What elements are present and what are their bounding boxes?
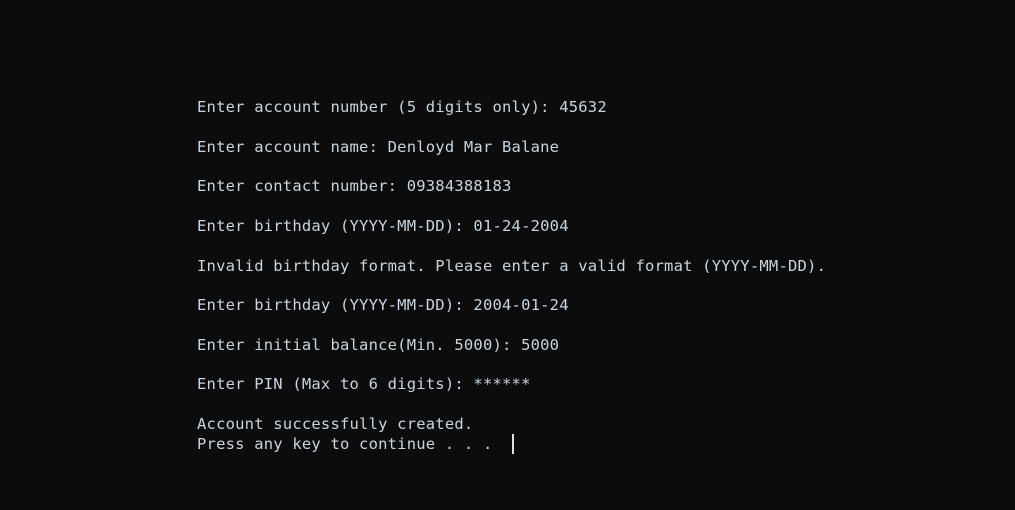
success-message: Account successfully created. <box>197 415 474 433</box>
birthday-error-message: Invalid birthday format. Please enter a … <box>197 257 827 275</box>
pin-prompt: Enter PIN (Max to 6 digits): ****** <box>197 375 531 393</box>
text-cursor <box>512 434 514 454</box>
continue-prompt: Press any key to continue . . . <box>197 435 503 453</box>
account-number-prompt: Enter account number (5 digits only): 45… <box>197 98 607 116</box>
birthday-prompt: Enter birthday (YYYY-MM-DD): 01-24-2004 <box>197 217 569 235</box>
console-window[interactable]: Enter account number (5 digits only): 45… <box>0 0 1015 510</box>
birthday-prompt-retry: Enter birthday (YYYY-MM-DD): 2004-01-24 <box>197 296 569 314</box>
account-name-prompt: Enter account name: Denloyd Mar Balane <box>197 138 560 156</box>
initial-balance-prompt: Enter initial balance(Min. 5000): 5000 <box>197 336 560 354</box>
contact-number-prompt: Enter contact number: 09384388183 <box>197 177 512 195</box>
